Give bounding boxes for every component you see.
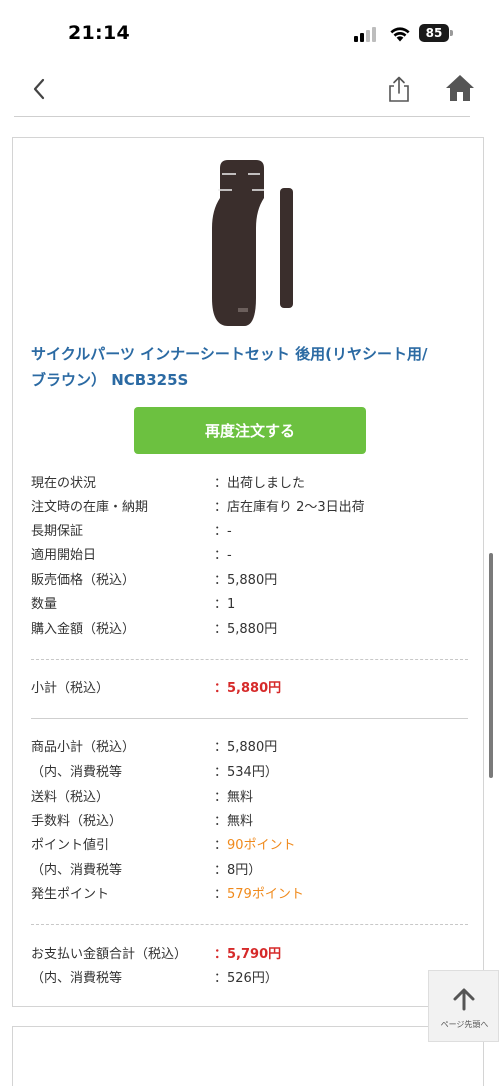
wifi-icon: [390, 27, 410, 42]
battery-icon: 85: [419, 24, 449, 42]
summary-label: ポイント値引: [31, 838, 110, 853]
status-bar: 21:14 85: [0, 0, 499, 64]
nav-bar: [0, 64, 499, 114]
summary-value: ：無料: [214, 814, 254, 829]
earned-points-value: 579ポイント: [227, 887, 304, 902]
product-image[interactable]: [198, 158, 318, 333]
page-top-button[interactable]: ページ先頭へ: [428, 970, 499, 1042]
next-card-edge: [12, 1026, 484, 1086]
detail-value: ：出荷しました: [214, 476, 306, 491]
summary-label: 送料（税込）: [31, 790, 110, 805]
total-tax-label: （内、消費税等: [31, 971, 123, 986]
dashed-divider: [31, 924, 468, 925]
share-icon[interactable]: [384, 74, 414, 104]
total-tax-value: ：526円）: [214, 971, 278, 986]
detail-value: ：-: [214, 524, 232, 539]
dashed-divider: [31, 659, 468, 660]
product-title-line-1: サイクルパーツ インナーシートセット 後用(リヤシート用/: [31, 345, 428, 363]
detail-value: ：店在庫有り 2〜3日出荷: [214, 500, 365, 515]
page-top-label: ページ先頭へ: [440, 1020, 489, 1029]
product-title-line-2: ブラウン） NCB325S: [31, 371, 189, 389]
point-discount-value: 90ポイント: [227, 838, 296, 853]
arrow-up-icon: [453, 988, 475, 1011]
total-value: ：5,790円: [214, 947, 282, 962]
summary-value: ：534円）: [214, 765, 278, 780]
battery-tip: [450, 30, 453, 36]
summary-value: ：8円）: [214, 863, 262, 878]
chevron-left-icon[interactable]: [26, 74, 56, 104]
detail-label: 注文時の在庫・納期: [31, 500, 149, 515]
summary-value: ：無料: [214, 790, 254, 805]
summary-label: 手数料（税込）: [31, 814, 123, 829]
summary-label: 商品小計（税込）: [31, 740, 136, 755]
detail-label: 数量: [31, 597, 58, 612]
summary-label: 発生ポイント: [31, 887, 110, 902]
order-item-card: サイクルパーツ インナーシートセット 後用(リヤシート用/ ブラウン） NCB3…: [12, 137, 484, 1007]
summary-value: ：579ポイント: [214, 883, 304, 907]
detail-value: ：-: [214, 548, 232, 563]
detail-value: ：5,880円: [214, 573, 278, 588]
summary-value: ：5,880円: [214, 740, 278, 755]
value-prefix: ：: [214, 838, 228, 853]
product-title-link[interactable]: サイクルパーツ インナーシートセット 後用(リヤシート用/ ブラウン） NCB3…: [31, 341, 471, 393]
value-prefix: ：: [214, 887, 228, 902]
home-icon[interactable]: [443, 72, 477, 104]
summary-label: （内、消費税等: [31, 863, 123, 878]
detail-value: ：1: [214, 597, 236, 612]
summary-label: （内、消費税等: [31, 765, 123, 780]
scrollbar[interactable]: [489, 553, 493, 778]
detail-label: 販売価格（税込）: [31, 573, 136, 588]
section-divider: [31, 718, 468, 719]
detail-label: 購入金額（税込）: [31, 622, 136, 637]
cellular-signal-icon: [354, 26, 380, 42]
detail-label: 現在の状況: [31, 476, 97, 491]
subtotal-label: 小計（税込）: [31, 681, 110, 696]
total-label: お支払い金額合計（税込）: [31, 947, 188, 962]
detail-value: ：5,880円: [214, 622, 278, 637]
detail-label: 適用開始日: [31, 548, 97, 563]
reorder-button[interactable]: 再度注文する: [134, 407, 366, 454]
header-divider: [14, 116, 470, 117]
summary-value: ：90ポイント: [214, 834, 296, 858]
detail-label: 長期保証: [31, 524, 84, 539]
status-time: 21:14: [68, 22, 130, 44]
subtotal-value: ：5,880円: [214, 681, 282, 696]
